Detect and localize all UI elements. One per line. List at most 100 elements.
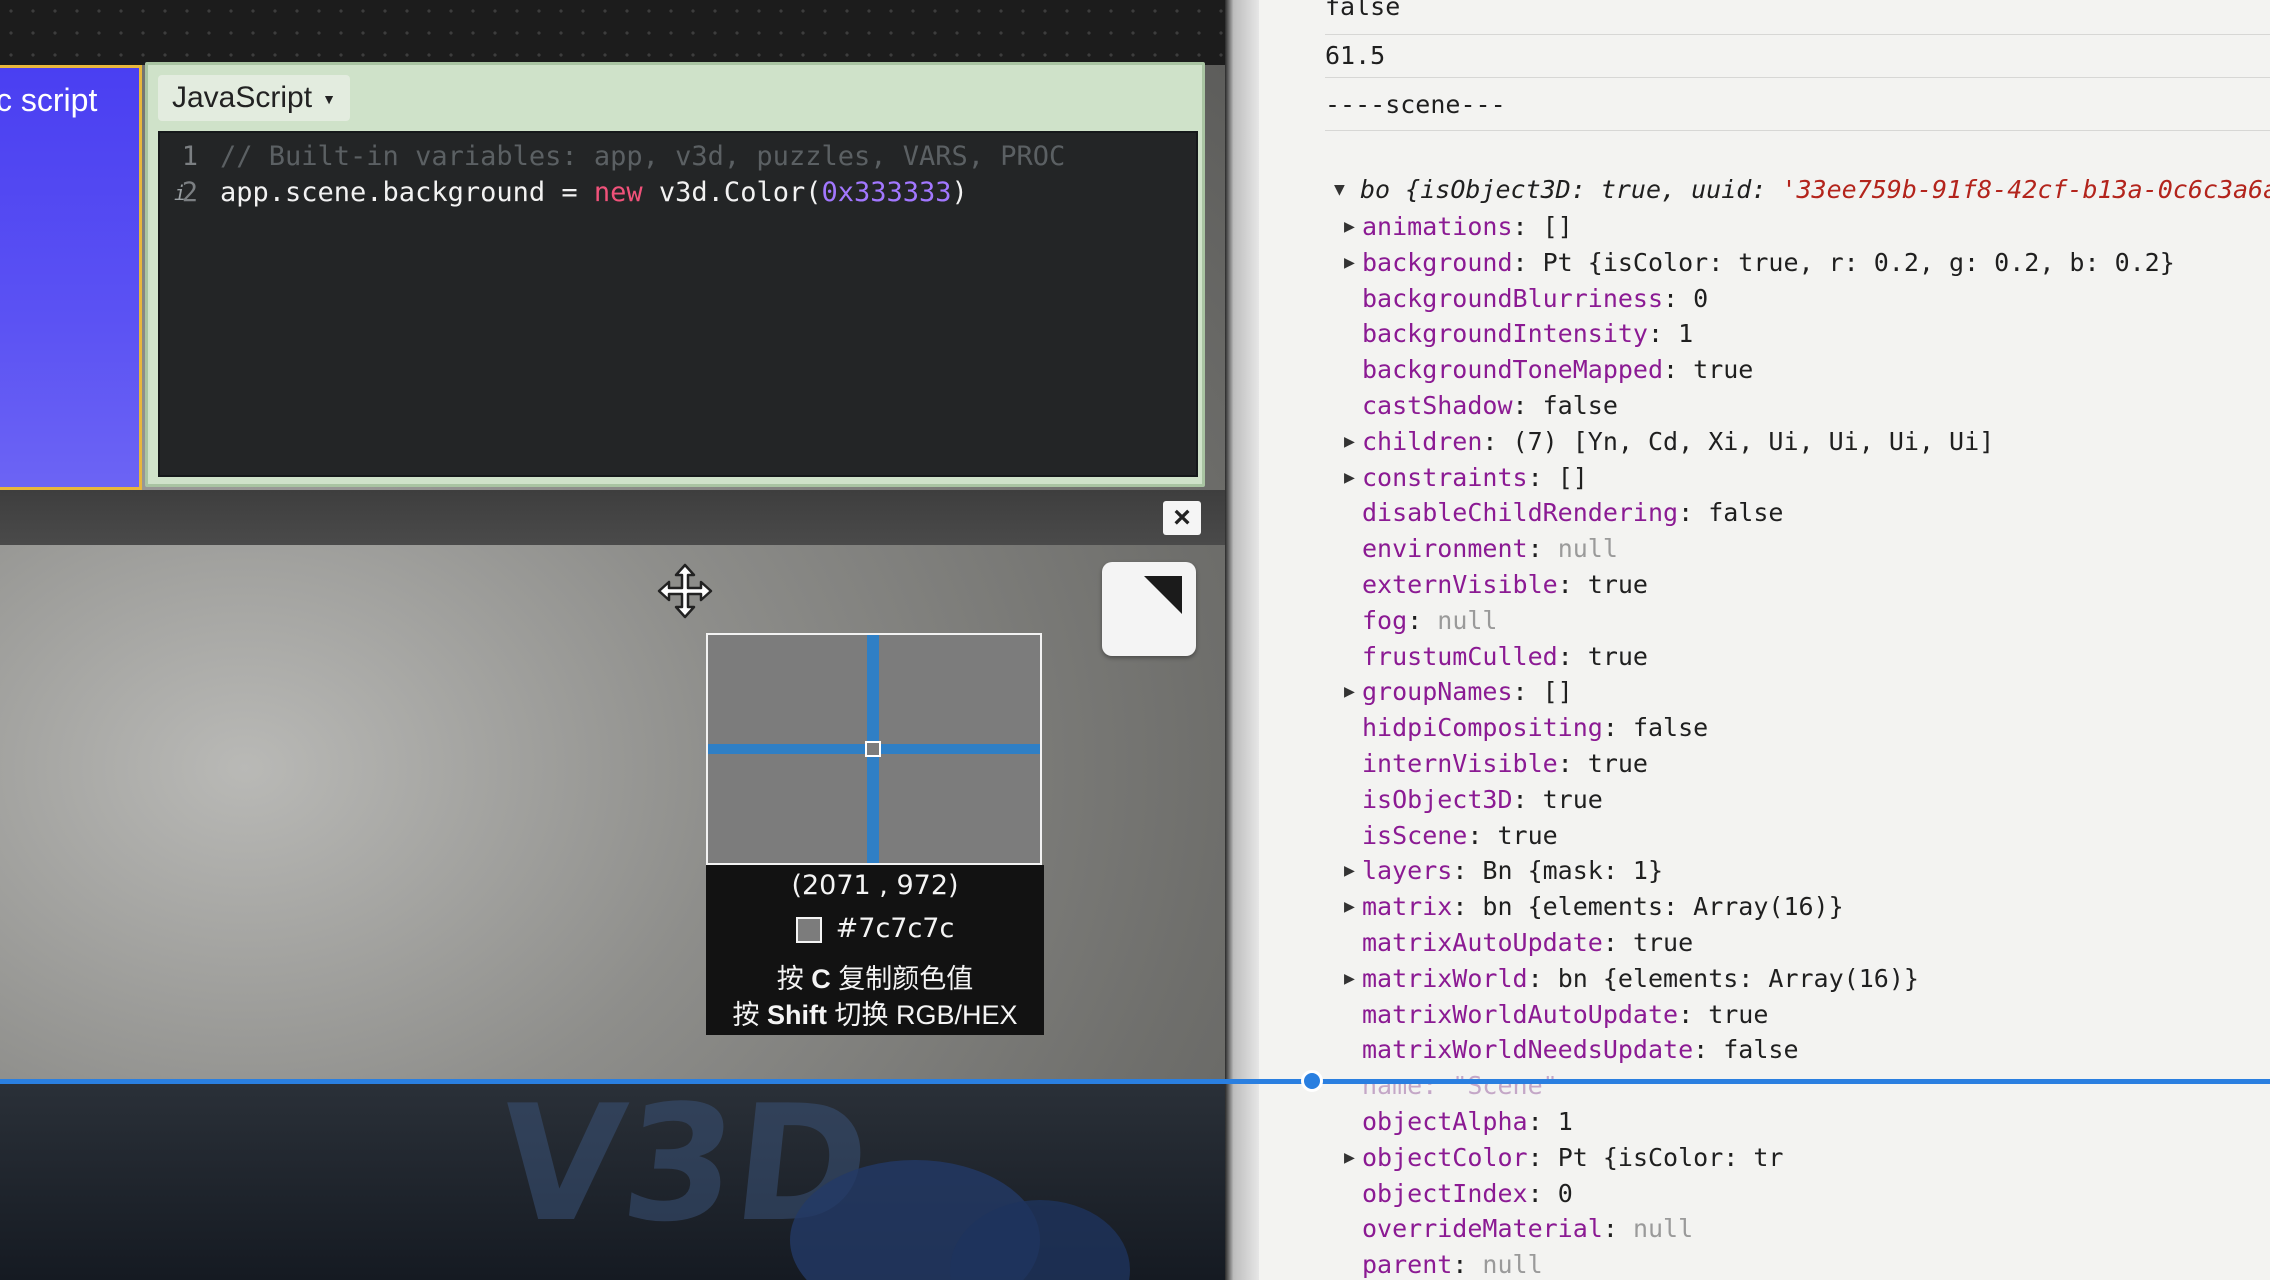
panel-divider[interactable] <box>1225 0 1259 1280</box>
timeline-track[interactable] <box>0 1079 2270 1084</box>
resize-corner-button[interactable] <box>1102 562 1196 656</box>
property-value: null <box>1632 1214 1694 1244</box>
property-key: matrixWorld <box>1362 963 1528 993</box>
property-colon: : <box>1602 713 1633 743</box>
property-colon: : <box>1557 641 1588 671</box>
toggle-format-hint: 按 Shift 切换 RGB/HEX <box>706 993 1044 1032</box>
property-key: backgroundToneMapped <box>1362 355 1664 385</box>
property-key: frustumCulled <box>1362 641 1558 671</box>
expand-triangle-icon[interactable]: ▶ <box>1344 1140 1362 1176</box>
property-row: overrideMaterial: null <box>1362 1211 1693 1247</box>
property-colon: : <box>1663 283 1694 313</box>
property-colon: : <box>1422 1071 1453 1101</box>
log-separator <box>1325 130 2270 131</box>
timeline-handle[interactable] <box>1301 1070 1323 1092</box>
property-value: true <box>1587 641 1648 671</box>
color-hex-value: #7c7c7c <box>835 913 955 944</box>
property-colon: : <box>1527 963 1558 993</box>
property-key: children <box>1362 426 1483 456</box>
close-button[interactable]: × <box>1163 501 1201 535</box>
expand-triangle-icon[interactable]: ▶ <box>1344 961 1362 997</box>
property-row: backgroundIntensity: 1 <box>1362 316 1693 352</box>
color-swatch <box>795 916 822 943</box>
code-text: app.scene.background = <box>220 177 594 208</box>
property-key: backgroundIntensity <box>1362 319 1648 349</box>
property-value: bn {elements: Array(16)} <box>1557 963 1919 993</box>
property-key: externVisible <box>1362 570 1558 599</box>
property-key: overrideMaterial <box>1362 1214 1603 1244</box>
expand-triangle-icon[interactable]: ▶ <box>1344 853 1362 889</box>
property-value: false <box>1708 498 1784 528</box>
property-row[interactable]: ▶ matrixWorld: bn {elements: Array(16)} <box>1344 961 1919 997</box>
expand-triangle-icon[interactable]: ▶ <box>1344 209 1362 245</box>
property-row[interactable]: ▶ groupNames: [] <box>1344 674 1573 710</box>
property-value: false <box>1632 713 1709 743</box>
expand-triangle-icon[interactable]: ▶ <box>1344 424 1362 460</box>
property-value: Bn {mask: 1} <box>1482 856 1664 886</box>
screenshot-overlay-bar <box>0 490 1225 545</box>
property-row[interactable]: ▶ constraints: [] <box>1344 460 1588 496</box>
property-colon: : <box>1527 1107 1558 1136</box>
property-row[interactable]: ▶ background: Pt {isColor: true, r: 0.2, … <box>1344 245 2175 281</box>
property-colon: : <box>1512 212 1543 241</box>
property-key: parent <box>1362 1250 1453 1280</box>
property-key: fog <box>1362 605 1408 635</box>
code-keyword: new <box>593 177 643 208</box>
property-row: internVisible: true <box>1362 746 1648 782</box>
property-key: layers <box>1362 856 1453 886</box>
property-colon: : <box>1602 1214 1633 1244</box>
color-hex-row: #7c7c7c <box>706 913 1044 944</box>
property-colon: : <box>1647 319 1679 349</box>
exec-script-block[interactable]: c script <box>0 65 142 490</box>
property-value: [] <box>1542 677 1573 707</box>
devtools-console: false 61.5 ----scene--- ▼ bo {isObject3D… <box>1259 0 2270 1280</box>
property-value: true <box>1632 928 1694 957</box>
object-uuid: '33ee759b-91f8-42cf-b13a-0c6c3a6a1 <box>1781 175 2270 204</box>
property-row: fog: null <box>1362 603 1497 639</box>
property-key: objectColor <box>1362 1142 1528 1172</box>
script-block-label: c script <box>0 82 98 118</box>
expand-triangle-icon[interactable]: ▶ <box>1344 889 1362 925</box>
expand-triangle-icon[interactable]: ▶ <box>1344 245 1362 281</box>
property-colon: : <box>1663 355 1694 385</box>
object-tree-header[interactable]: ▼ bo {isObject3D: true, uuid: '33ee759b-… <box>1334 172 2270 208</box>
code-text: v3d.Color( <box>642 177 822 208</box>
property-row[interactable]: ▶ animations: [] <box>1344 209 1573 245</box>
expand-triangle-icon[interactable]: ▶ <box>1344 460 1362 496</box>
property-row[interactable]: ▶ matrix: bn {elements: Array(16)} <box>1344 889 1844 925</box>
object-name: bo <box>1360 175 1391 204</box>
hint-text: 按 <box>732 1000 767 1030</box>
property-value: true <box>1587 570 1648 599</box>
property-row[interactable]: ▶ objectColor: Pt {isColor: tr <box>1344 1140 1783 1176</box>
property-value: 1 <box>1557 1107 1573 1136</box>
property-value: (7) [Yn, Cd, Xi, Ui, Ui, Ui, Ui] <box>1512 426 1995 456</box>
cursor-coordinates: (2071 , 972) <box>791 870 959 901</box>
property-colon: : <box>1527 1178 1558 1208</box>
crosshair-center <box>865 741 881 757</box>
property-colon: : <box>1407 605 1438 635</box>
corner-arrow-icon <box>1144 576 1182 614</box>
property-value: true <box>1542 784 1603 814</box>
property-key: disableChildRendering <box>1362 498 1679 528</box>
property-key: environment <box>1362 534 1528 564</box>
property-key: castShadow <box>1362 391 1513 420</box>
hint-key: C <box>811 964 831 994</box>
move-icon[interactable] <box>656 562 714 620</box>
property-key: matrixAutoUpdate <box>1362 928 1603 957</box>
property-colon: : <box>1557 570 1588 599</box>
property-colon: : <box>1512 677 1543 707</box>
property-row[interactable]: ▶ layers: Bn {mask: 1} <box>1344 853 1664 889</box>
property-colon: : <box>1527 462 1558 492</box>
language-dropdown[interactable]: JavaScript ▼ <box>158 75 350 121</box>
expand-triangle-icon[interactable]: ▶ <box>1344 674 1362 710</box>
property-row: backgroundBlurriness: 0 <box>1362 281 1708 317</box>
property-colon: : <box>1678 999 1709 1029</box>
code-textarea[interactable]: 1 // Built-in variables: app, v3d, puzzle… <box>158 131 1198 477</box>
property-row: backgroundToneMapped: true <box>1362 352 1753 388</box>
property-row: frustumCulled: true <box>1362 639 1648 675</box>
workspace-grid <box>0 0 1225 65</box>
expanded-triangle-icon[interactable]: ▼ <box>1334 172 1352 208</box>
hint-key: Shift <box>766 1000 827 1030</box>
property-row[interactable]: ▶ children: (7) [Yn, Cd, Xi, Ui, Ui, Ui, … <box>1344 424 1995 460</box>
line-number: 2 <box>181 177 198 208</box>
